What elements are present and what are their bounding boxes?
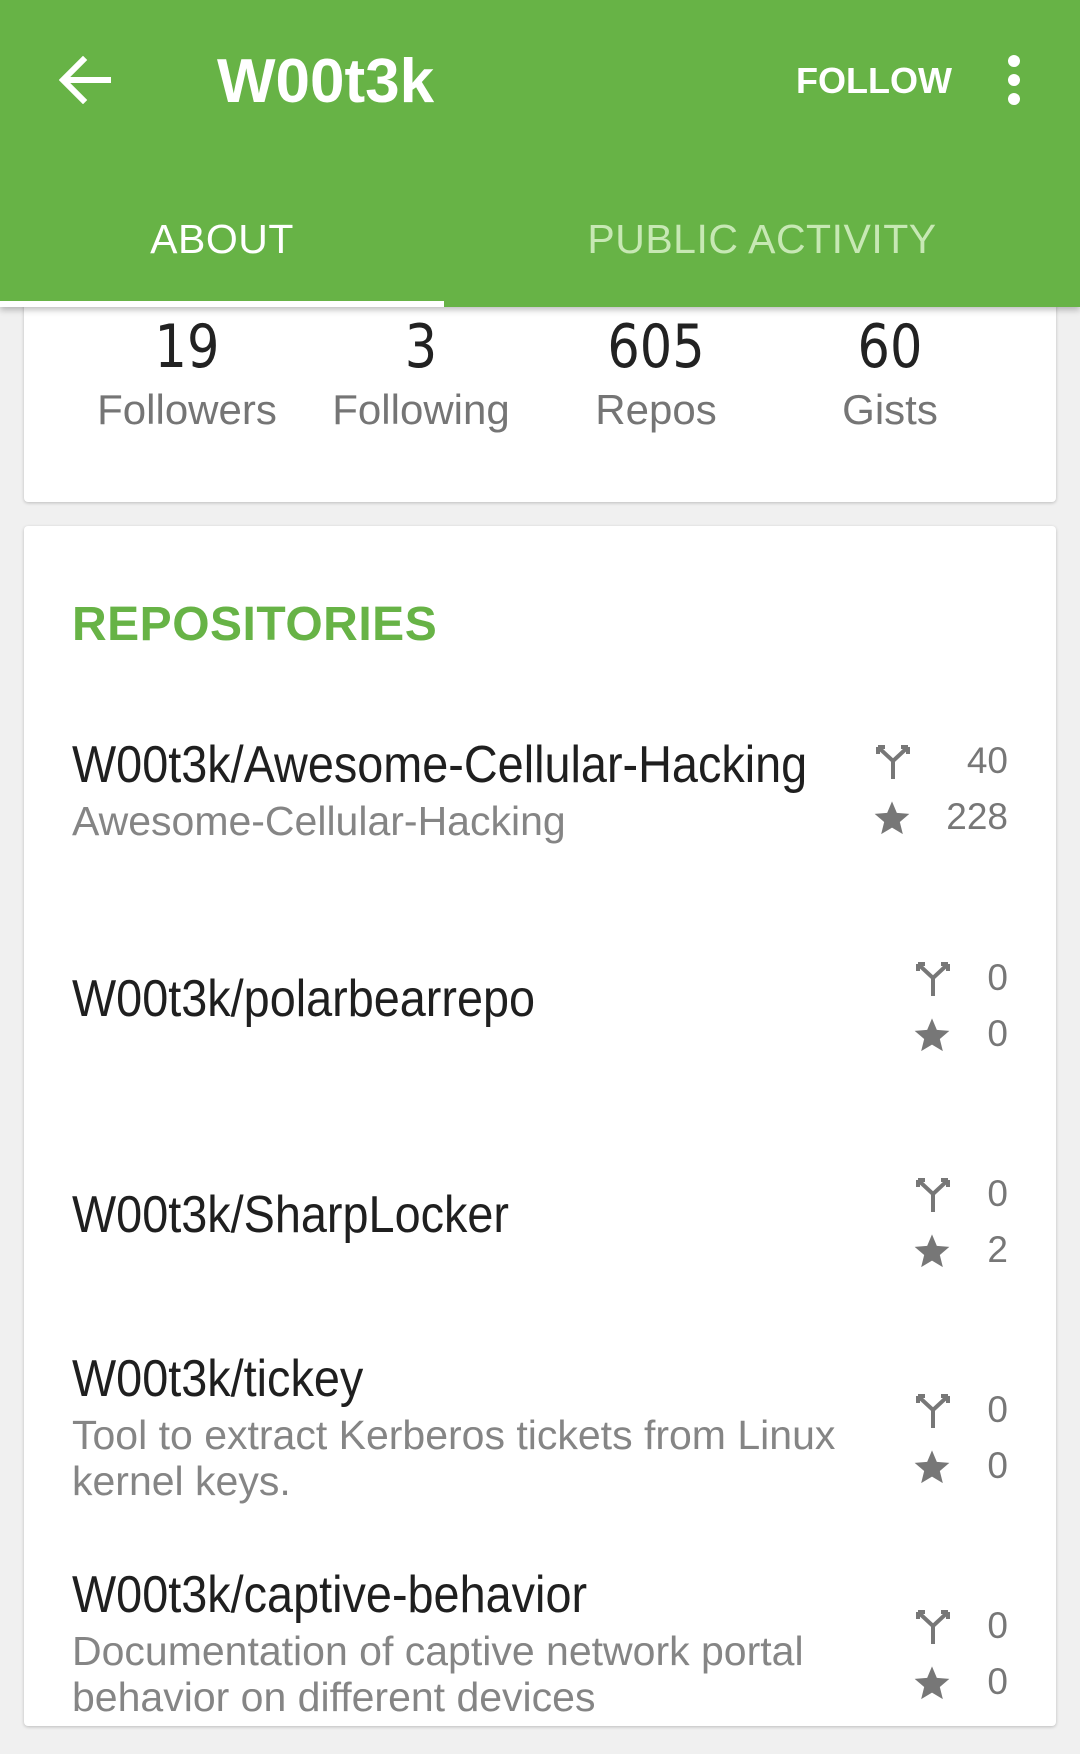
repo-stats: 0 0 (868, 1598, 1008, 1710)
tab-about-label: ABOUT (150, 216, 294, 262)
fork-count: 0 (987, 957, 1008, 998)
repo-stats: 40 228 (868, 733, 1008, 845)
star-count: 0 (987, 1445, 1008, 1486)
fork-icon (914, 1608, 952, 1646)
tab-indicator (0, 301, 444, 307)
repo-name: W00t3k/Awesome-Cellular-Hacking (72, 736, 808, 794)
fork-count: 40 (966, 740, 1008, 781)
followers-stat[interactable]: 19 Followers (77, 310, 297, 436)
more-options-button[interactable] (984, 42, 1044, 118)
following-stat[interactable]: 3 Following (311, 310, 531, 436)
repo-name: W00t3k/polarbearrepo (72, 970, 536, 1028)
back-button[interactable] (50, 42, 120, 118)
stats-card: 19 Followers 3 Following 605 Repos 60 Gi… (24, 280, 1056, 502)
repo-description: Documentation of captive network portal … (72, 1628, 804, 1720)
star-count: 228 (946, 796, 1008, 837)
fork-icon (914, 960, 952, 998)
gists-stat[interactable]: 60 Gists (780, 310, 1000, 436)
repo-description: Tool to extract Kerberos tickets from Li… (72, 1412, 836, 1504)
star-icon (912, 1015, 952, 1055)
repo-name: W00t3k/SharpLocker (72, 1186, 510, 1244)
repo-stats: 0 0 (868, 1382, 1008, 1494)
fork-icon (914, 1176, 952, 1214)
repos-stat[interactable]: 605 Repos (546, 310, 766, 436)
fork-icon (874, 743, 912, 781)
star-count: 0 (987, 1661, 1008, 1702)
following-count: 3 (404, 312, 438, 382)
star-count: 0 (987, 1013, 1008, 1054)
repo-item[interactable]: W00t3k/SharpLocker 0 2 (24, 1142, 1056, 1312)
fork-count: 0 (987, 1605, 1008, 1646)
repo-item[interactable]: W00t3k/tickey Tool to extract Kerberos t… (24, 1338, 1056, 1568)
page-title: W00t3k (217, 47, 435, 116)
star-icon (872, 798, 912, 838)
following-label: Following (332, 386, 510, 433)
repo-item[interactable]: W00t3k/Awesome-Cellular-Hacking Awesome-… (24, 708, 1056, 878)
star-count: 2 (987, 1229, 1008, 1270)
arrow-left-icon (59, 56, 111, 104)
tab-public-activity[interactable]: PUBLIC ACTIVITY (444, 190, 1080, 307)
star-icon (912, 1231, 952, 1271)
repositories-heading: REPOSITORIES (72, 598, 438, 651)
more-vertical-icon (1008, 55, 1020, 105)
repo-item[interactable]: W00t3k/captive-behavior Documentation of… (24, 1554, 1056, 1754)
repo-stats: 0 0 (868, 950, 1008, 1062)
fork-count: 0 (987, 1389, 1008, 1430)
followers-label: Followers (97, 386, 277, 433)
star-icon (912, 1447, 952, 1487)
fork-icon (914, 1392, 952, 1430)
fork-count: 0 (987, 1173, 1008, 1214)
repo-name: W00t3k/tickey (72, 1350, 364, 1408)
tab-public-activity-label: PUBLIC ACTIVITY (587, 216, 937, 262)
app-bar: W00t3k FOLLOW ABOUT PUBLIC ACTIVITY (0, 0, 1080, 307)
tab-bar: ABOUT PUBLIC ACTIVITY (0, 190, 1080, 307)
follow-button[interactable]: FOLLOW (780, 50, 968, 112)
repos-count: 605 (607, 312, 705, 382)
repo-name: W00t3k/captive-behavior (72, 1566, 588, 1624)
tab-about[interactable]: ABOUT (0, 190, 444, 307)
gists-count: 60 (857, 312, 923, 382)
repos-label: Repos (595, 386, 717, 433)
followers-count: 19 (154, 312, 220, 382)
repo-item[interactable]: W00t3k/polarbearrepo 0 0 (24, 926, 1056, 1096)
repositories-card: REPOSITORIES W00t3k/Awesome-Cellular-Hac… (24, 526, 1056, 1726)
repo-stats: 0 2 (868, 1166, 1008, 1278)
repo-description: Awesome-Cellular-Hacking (72, 798, 566, 844)
gists-label: Gists (842, 386, 938, 433)
star-icon (912, 1663, 952, 1703)
